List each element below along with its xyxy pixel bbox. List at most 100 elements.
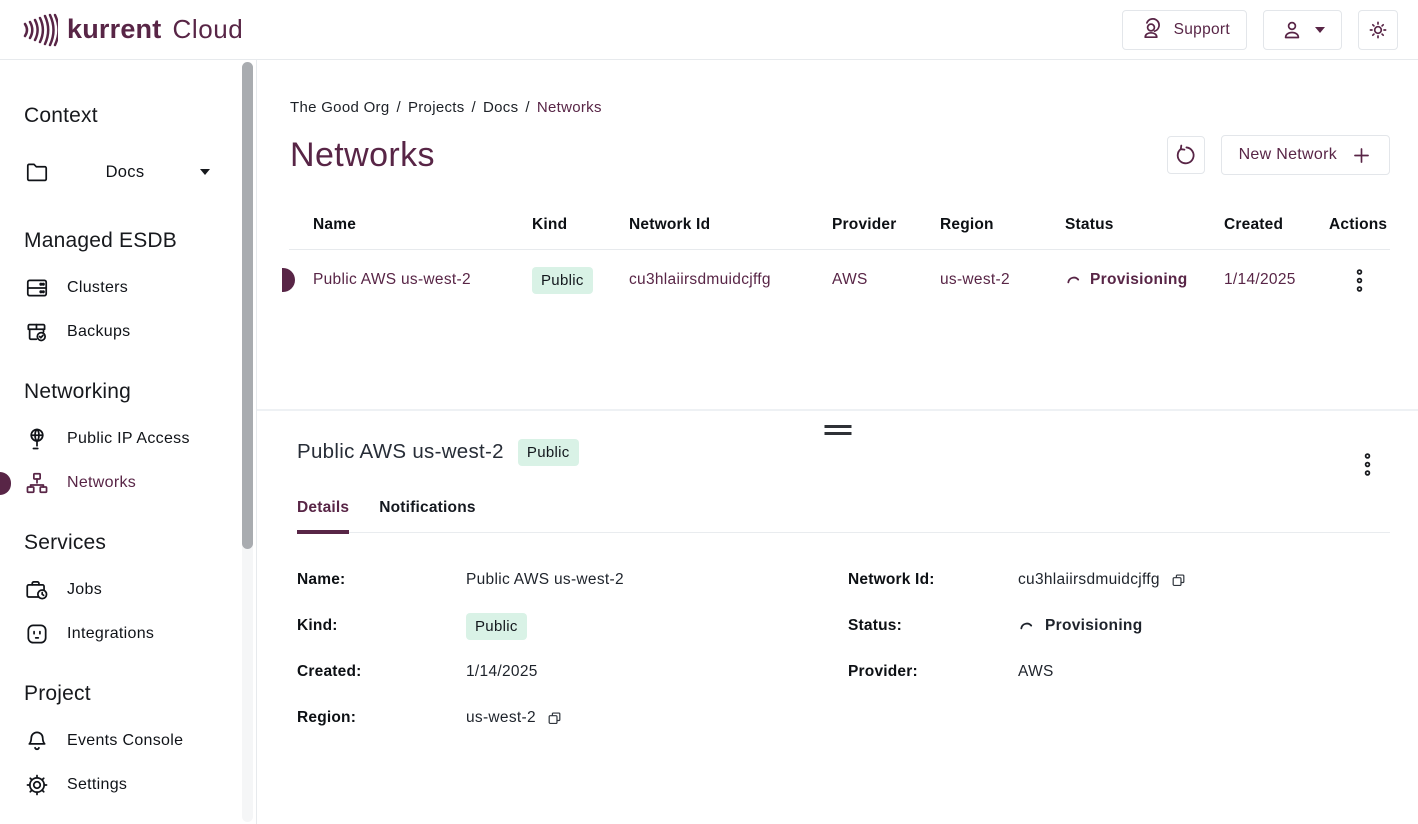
support-icon: [1139, 18, 1163, 42]
sun-icon: [1366, 18, 1390, 42]
breadcrumb-docs[interactable]: Docs: [483, 99, 518, 116]
kebab-icon: [1363, 452, 1372, 477]
support-button[interactable]: Support: [1122, 10, 1247, 50]
refresh-button[interactable]: [1167, 136, 1205, 174]
cell-actions: [1329, 264, 1390, 297]
handle-bar: [824, 432, 851, 435]
logo-text-secondary: Cloud: [172, 14, 243, 45]
spinner-icon: [1065, 274, 1082, 286]
panel-divider: [257, 409, 1418, 411]
sidebar-item-integrations[interactable]: Integrations: [24, 621, 220, 647]
copy-icon: [546, 710, 563, 727]
status-text: Provisioning: [1045, 617, 1142, 635]
bell-icon: [24, 728, 50, 754]
table-row[interactable]: Public AWS us-west-2 Public cu3hlaiirsdm…: [289, 250, 1390, 310]
sidebar-item-backups[interactable]: Backups: [24, 319, 220, 345]
sidebar-item-label: Events Console: [67, 732, 183, 750]
cell-provider: AWS: [832, 271, 940, 289]
field-label-provider: Provider:: [848, 663, 1018, 681]
chevron-down-icon: [200, 169, 210, 175]
column-header-created: Created: [1224, 216, 1329, 234]
field-value-status: Provisioning: [1018, 617, 1390, 635]
cell-name: Public AWS us-west-2: [313, 271, 532, 289]
sidebar-scrollbar-track[interactable]: [242, 62, 253, 822]
region-text: us-west-2: [466, 709, 536, 727]
selected-row-indicator: [282, 268, 295, 292]
project-selector[interactable]: Docs: [24, 150, 210, 194]
tab-details[interactable]: Details: [297, 499, 349, 534]
new-network-label: New Network: [1239, 146, 1337, 164]
field-value-name: Public AWS us-west-2: [466, 571, 848, 589]
chevron-down-icon: [1315, 27, 1325, 33]
sidebar-item-clusters[interactable]: Clusters: [24, 275, 220, 301]
sidebar-item-label: Clusters: [67, 279, 128, 297]
sidebar-item-public-ip-access[interactable]: Public IP Access: [24, 426, 220, 452]
copy-network-id-button[interactable]: [1170, 572, 1187, 589]
sidebar-item-jobs[interactable]: Jobs: [24, 577, 220, 603]
support-label: Support: [1174, 21, 1230, 39]
clusters-icon: [24, 275, 50, 301]
briefcase-clock-icon: [24, 577, 50, 603]
sidebar: Context Docs Managed ESDB Clusters: [0, 60, 257, 824]
app-window: kurrent Cloud Support: [0, 0, 1418, 824]
breadcrumb-projects[interactable]: Projects: [408, 99, 465, 116]
new-network-button[interactable]: New Network: [1221, 135, 1390, 175]
sidebar-item-events-console[interactable]: Events Console: [24, 728, 220, 754]
column-header-status: Status: [1065, 216, 1224, 234]
field-value-created: 1/14/2025: [466, 663, 848, 681]
sidebar-item-label: Integrations: [67, 625, 154, 643]
globe-icon: [24, 426, 50, 452]
detail-tabs: Details Notifications: [297, 499, 1390, 533]
breadcrumb-current: Networks: [537, 99, 602, 116]
breadcrumb-separator: /: [525, 99, 529, 116]
sidebar-scrollbar-thumb[interactable]: [242, 62, 253, 549]
sidebar-heading-services: Services: [24, 530, 220, 556]
network-id-text: cu3hlaiirsdmuidcjffg: [1018, 571, 1160, 589]
kebab-icon: [1355, 268, 1364, 293]
breadcrumb-separator: /: [472, 99, 476, 116]
detail-title: Public AWS us-west-2: [297, 440, 504, 464]
sidebar-item-label: Settings: [67, 776, 127, 794]
top-header: kurrent Cloud Support: [0, 0, 1418, 60]
project-selector-value: Docs: [50, 163, 200, 182]
sidebar-item-networks[interactable]: Networks: [24, 470, 220, 496]
logo-waves-icon: [22, 10, 58, 50]
detail-actions-menu-button[interactable]: [1357, 448, 1378, 481]
outlet-icon: [24, 621, 50, 647]
table-header-row: Name Kind Network Id Provider Region Sta…: [289, 200, 1390, 250]
user-menu-button[interactable]: [1263, 10, 1342, 50]
column-header-actions: Actions: [1329, 216, 1390, 234]
breadcrumb-org[interactable]: The Good Org: [290, 99, 389, 116]
kind-badge: Public: [466, 613, 527, 640]
field-value-kind: Public: [466, 613, 848, 640]
cell-status: Provisioning: [1065, 271, 1224, 289]
kurrent-cloud-logo[interactable]: kurrent Cloud: [22, 10, 243, 50]
folder-icon: [24, 159, 50, 185]
field-value-region: us-west-2: [466, 709, 848, 727]
backups-icon: [24, 319, 50, 345]
sidebar-heading-context: Context: [24, 103, 220, 129]
cell-created: 1/14/2025: [1224, 271, 1329, 289]
sidebar-item-settings[interactable]: Settings: [24, 772, 220, 798]
sidebar-item-label: Backups: [67, 323, 130, 341]
theme-toggle-button[interactable]: [1358, 10, 1398, 50]
logo-text-primary: kurrent: [67, 14, 161, 45]
field-value-network-id: cu3hlaiirsdmuidcjffg: [1018, 571, 1390, 589]
sidebar-heading-managed-esdb: Managed ESDB: [24, 228, 220, 254]
gear-icon: [24, 772, 50, 798]
cell-network-id: cu3hlaiirsdmuidcjffg: [629, 271, 832, 289]
sidebar-item-label: Jobs: [67, 581, 102, 599]
header-actions: Support: [1122, 10, 1398, 50]
tab-notifications[interactable]: Notifications: [379, 499, 475, 532]
column-header-network-id: Network Id: [629, 216, 832, 234]
column-header-provider: Provider: [832, 216, 940, 234]
network-detail-panel: Public AWS us-west-2 Public Details Noti…: [297, 436, 1390, 787]
row-actions-menu-button[interactable]: [1349, 264, 1370, 297]
detail-fields: Name: Public AWS us-west-2 Network Id: c…: [297, 557, 1390, 787]
sidebar-item-label: Networks: [67, 474, 136, 492]
main-content: The Good Org/Projects/Docs/Networks Netw…: [257, 60, 1418, 824]
breadcrumb: The Good Org/Projects/Docs/Networks: [290, 99, 602, 116]
network-icon: [24, 470, 50, 496]
page-title: Networks: [290, 136, 435, 175]
copy-region-button[interactable]: [546, 710, 563, 727]
